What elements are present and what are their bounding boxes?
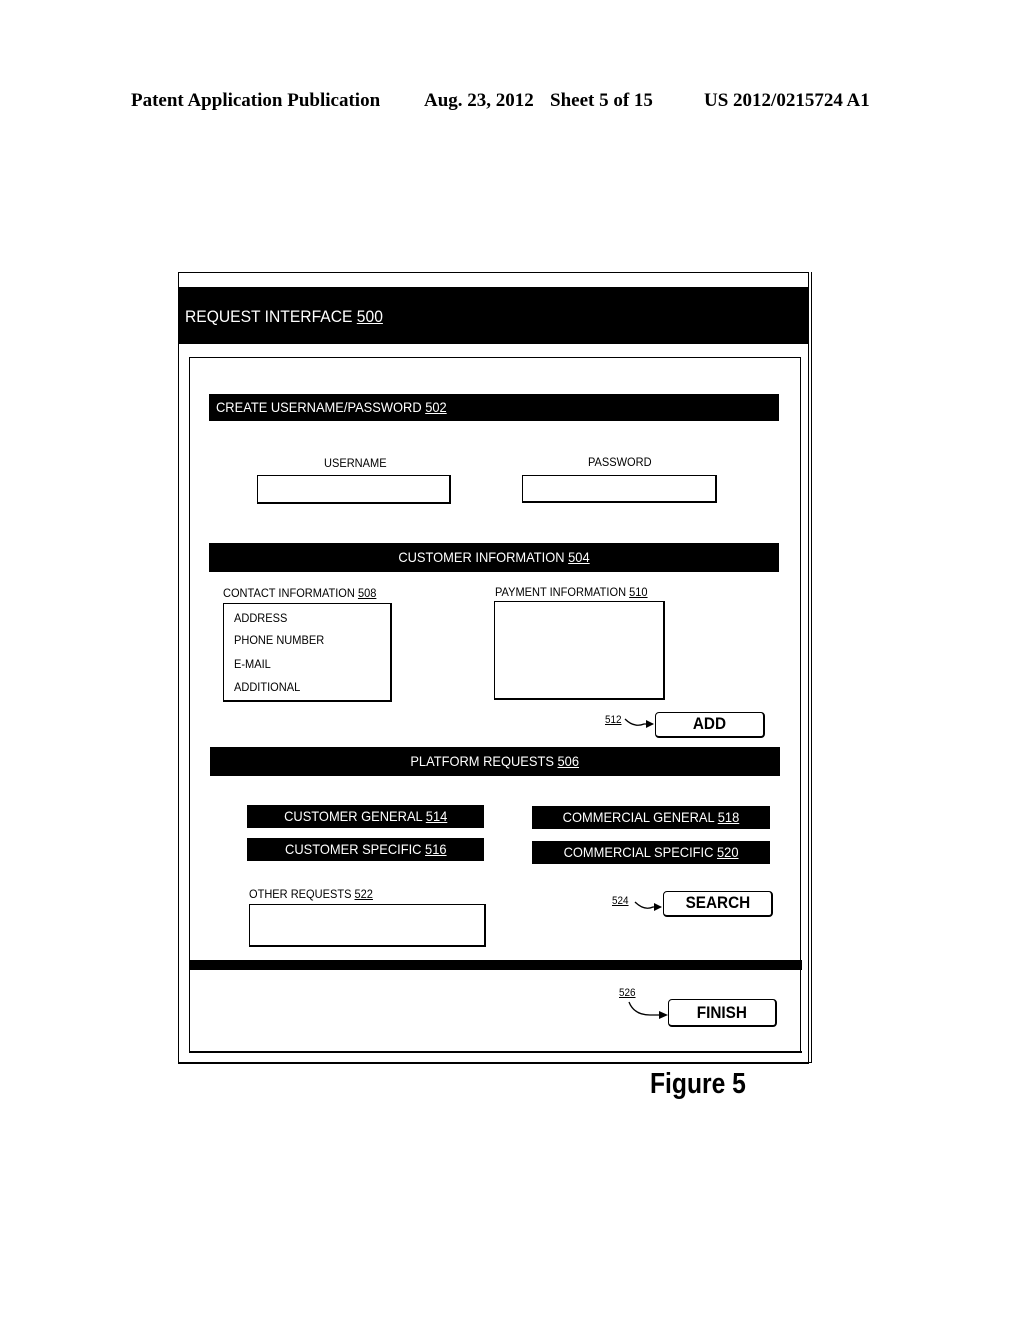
payment-information-input[interactable] bbox=[494, 601, 665, 700]
button-label: CUSTOMER GENERAL bbox=[283, 808, 423, 824]
figure-caption: Figure 5 bbox=[650, 1068, 746, 1100]
arrow-icon bbox=[634, 901, 662, 911]
section-header-customer-information: CUSTOMER INFORMATION 504 bbox=[209, 543, 779, 572]
other-ref: 522 bbox=[354, 887, 373, 901]
search-button[interactable]: SEARCH bbox=[663, 891, 773, 917]
payment-label-text: PAYMENT INFORMATION bbox=[495, 585, 627, 599]
arrow-icon bbox=[624, 718, 654, 728]
window-title: REQUEST INTERFACE 500 bbox=[185, 307, 383, 327]
publication-date: Aug. 23, 2012 bbox=[424, 90, 534, 111]
search-button-label: SEARCH bbox=[685, 893, 750, 912]
arrow-icon bbox=[628, 1001, 668, 1019]
payment-ref: 510 bbox=[629, 585, 648, 599]
contact-label-text: CONTACT INFORMATION bbox=[223, 586, 355, 600]
section-ref: 502 bbox=[425, 399, 447, 415]
window-title-text: REQUEST INTERFACE bbox=[185, 307, 353, 326]
password-label: PASSWORD bbox=[588, 455, 652, 469]
request-panel bbox=[189, 357, 801, 1052]
button-ref: 514 bbox=[425, 808, 448, 824]
section-ref: 506 bbox=[557, 753, 580, 769]
customer-general-button[interactable]: CUSTOMER GENERAL 514 bbox=[247, 805, 484, 828]
section-title: CREATE USERNAME/PASSWORD bbox=[216, 399, 422, 415]
section-header-credentials: CREATE USERNAME/PASSWORD 502 bbox=[209, 394, 779, 421]
publication-label: Patent Application Publication bbox=[131, 90, 381, 111]
section-header-platform-requests: PLATFORM REQUESTS 506 bbox=[210, 747, 780, 776]
button-ref: 520 bbox=[716, 844, 739, 860]
footer-divider-bar bbox=[190, 960, 802, 970]
contact-item-additional[interactable]: ADDITIONAL bbox=[234, 680, 300, 694]
button-ref: 516 bbox=[424, 841, 447, 857]
payment-information-label: PAYMENT INFORMATION 510 bbox=[495, 585, 648, 599]
finish-ref: 526 bbox=[619, 987, 636, 999]
contact-item-address[interactable]: ADDRESS bbox=[234, 611, 287, 625]
other-label-text: OTHER REQUESTS bbox=[249, 887, 352, 901]
finish-button[interactable]: FINISH bbox=[668, 999, 777, 1027]
username-input[interactable] bbox=[257, 475, 451, 504]
finish-button-label: FINISH bbox=[696, 1003, 748, 1022]
search-ref: 524 bbox=[612, 895, 629, 907]
contact-information-label: CONTACT INFORMATION 508 bbox=[223, 586, 376, 600]
contact-ref: 508 bbox=[357, 586, 377, 600]
button-label: COMMERCIAL SPECIFIC bbox=[563, 844, 714, 860]
contact-item-phone[interactable]: PHONE NUMBER bbox=[234, 633, 324, 647]
customer-specific-button[interactable]: CUSTOMER SPECIFIC 516 bbox=[247, 838, 484, 861]
sheet-number: Sheet 5 of 15 bbox=[550, 90, 653, 111]
add-ref: 512 bbox=[605, 714, 622, 726]
other-requests-label: OTHER REQUESTS 522 bbox=[249, 887, 373, 901]
window-shadow-right bbox=[811, 272, 812, 1062]
commercial-general-button[interactable]: COMMERCIAL GENERAL 518 bbox=[532, 806, 770, 829]
add-button-label: ADD bbox=[692, 714, 727, 733]
other-requests-input[interactable] bbox=[249, 904, 486, 947]
section-title: PLATFORM REQUESTS bbox=[410, 753, 555, 769]
username-label: USERNAME bbox=[324, 456, 387, 470]
commercial-specific-button[interactable]: COMMERCIAL SPECIFIC 520 bbox=[532, 841, 770, 864]
window-title-ref: 500 bbox=[356, 307, 383, 326]
password-input[interactable] bbox=[522, 475, 717, 503]
window-shadow-bottom bbox=[178, 1062, 812, 1063]
button-ref: 518 bbox=[717, 809, 740, 825]
button-label: COMMERCIAL GENERAL bbox=[562, 809, 715, 825]
contact-item-email[interactable]: E-MAIL bbox=[234, 657, 271, 671]
section-title: CUSTOMER INFORMATION bbox=[398, 549, 565, 565]
button-label: CUSTOMER SPECIFIC bbox=[284, 841, 422, 857]
add-button[interactable]: ADD bbox=[655, 712, 765, 738]
publication-number: US 2012/0215724 A1 bbox=[704, 90, 870, 111]
panel-bottom-border bbox=[189, 1051, 802, 1053]
section-ref: 504 bbox=[568, 549, 590, 565]
